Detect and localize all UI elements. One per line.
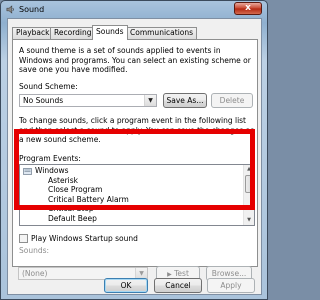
apply-button[interactable]: Apply [207, 278, 255, 293]
tab-playback[interactable]: Playback [12, 27, 54, 39]
window-title: Sound [19, 5, 45, 14]
title-bar[interactable]: Sound x [1, 1, 267, 18]
ok-button[interactable]: OK [104, 278, 148, 293]
cancel-button[interactable]: Cancel [154, 278, 202, 293]
sound-scheme-label: Sound Scheme: [19, 82, 78, 91]
tab-sounds[interactable]: Sounds [92, 25, 128, 40]
sound-scheme-select[interactable]: No Sounds ▼ [19, 94, 157, 107]
sounds-label: Sounds: [19, 246, 50, 255]
sounds-value: (None) [22, 269, 48, 278]
intro-text: A sound theme is a set of sounds applied… [19, 46, 251, 74]
scroll-down-icon[interactable]: ▼ [244, 216, 254, 225]
speaker-icon [6, 5, 14, 14]
startup-sound-label: Play Windows Startup sound [31, 234, 138, 243]
tab-recording[interactable]: Recording [50, 27, 96, 39]
close-button[interactable]: x [234, 2, 262, 15]
tab-strip: Playback Recording Sounds Communications [12, 25, 258, 40]
chevron-down-icon: ▼ [144, 95, 156, 106]
delete-button[interactable]: Delete [211, 93, 253, 108]
sound-dialog: Sound x Playback Recording Sounds Commun… [0, 0, 268, 300]
play-icon: ▶ [167, 271, 172, 278]
tab-communications[interactable]: Communications [126, 27, 198, 39]
test-label: Test [174, 269, 189, 278]
startup-sound-checkbox[interactable] [19, 234, 28, 243]
save-as-button[interactable]: Save As... [163, 93, 207, 108]
red-highlight-box [14, 129, 255, 210]
list-item[interactable]: Default Beep [48, 214, 97, 224]
sound-scheme-value: No Sounds [23, 96, 64, 105]
